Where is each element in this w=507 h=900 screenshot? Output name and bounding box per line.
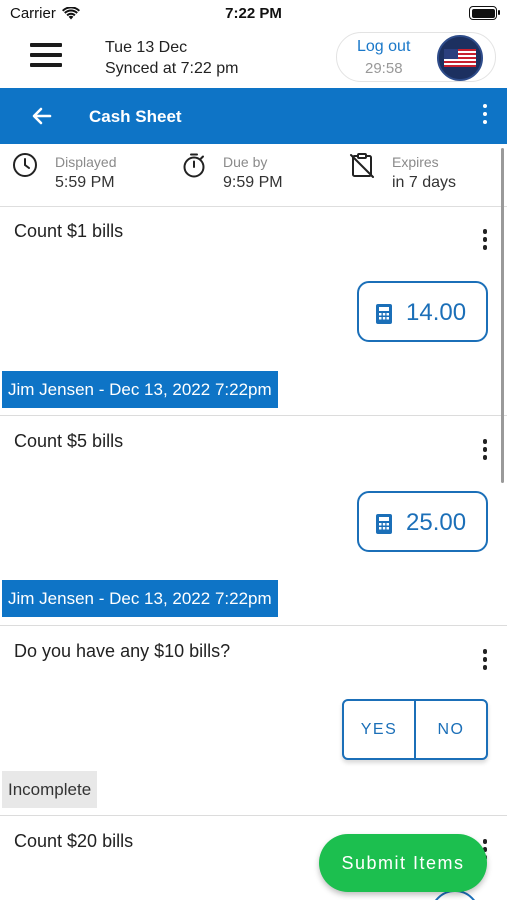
status-bar: Carrier 7:22 PM [0, 0, 507, 30]
us-flag-avatar-icon [439, 37, 481, 79]
task-title: Count $5 bills [14, 431, 124, 451]
displayed-info: Displayed 5:59 PM [55, 154, 116, 192]
more-vertical-icon[interactable] [481, 104, 489, 128]
schedule-info-row: Displayed 5:59 PM Due by 9:59 PM Expires… [0, 144, 507, 207]
displayed-value: 5:59 PM [55, 174, 115, 191]
counted-value: 25.00 [406, 509, 467, 536]
clipboard-off-icon [349, 152, 375, 178]
yes-no-toggle: YES NO [342, 699, 488, 760]
avatar[interactable] [437, 35, 483, 81]
task-title: Count $1 bills [14, 221, 124, 241]
no-button[interactable]: NO [414, 701, 486, 758]
synced-status: Synced at 7:22 pm [105, 60, 239, 77]
due-info: Due by 9:59 PM [223, 154, 283, 192]
completion-stamp: Jim Jensen - Dec 13, 2022 7:22pm [2, 580, 278, 617]
app-header: Tue 13 Dec Synced at 7:22 pm Log out 29:… [0, 30, 507, 86]
yes-button[interactable]: YES [344, 701, 414, 758]
back-arrow-icon[interactable] [28, 102, 56, 130]
due-value: 9:59 PM [223, 174, 283, 191]
task-card: Count $5 bills 25.00 Jim Jensen - Dec 13… [0, 417, 507, 626]
clock-icon [12, 152, 38, 178]
logout-button[interactable]: Log out [357, 38, 410, 56]
hamburger-menu-icon[interactable] [30, 43, 62, 69]
logout-pill: Log out 29:58 [336, 32, 496, 82]
clock-time: 7:22 PM [225, 5, 282, 22]
more-vertical-icon[interactable] [481, 229, 489, 253]
scrollbar[interactable] [501, 148, 504, 483]
more-vertical-icon[interactable] [481, 439, 489, 463]
page-title: Cash Sheet [89, 107, 182, 126]
task-title: Do you have any $10 bills? [14, 641, 231, 661]
calculator-icon [376, 514, 392, 534]
counted-value: 14.00 [406, 299, 467, 326]
title-bar: Cash Sheet [0, 88, 507, 144]
sync-info: Tue 13 Dec Synced at 7:22 pm [105, 37, 238, 79]
calculator-value-button[interactable]: 14.00 [357, 281, 488, 342]
header-date: Tue 13 Dec [105, 39, 188, 56]
expires-label: Expires [392, 154, 439, 170]
due-label: Due by [223, 154, 268, 170]
calculator-value-button[interactable]: 25.00 [357, 491, 488, 552]
displayed-label: Displayed [55, 154, 117, 170]
expires-info: Expires in 7 days [392, 154, 456, 192]
completion-stamp: Jim Jensen - Dec 13, 2022 7:22pm [2, 371, 278, 408]
expires-value: in 7 days [392, 174, 457, 191]
task-card: Count $1 bills 14.00 Jim Jensen - Dec 13… [0, 207, 507, 416]
calculator-icon [376, 304, 392, 324]
battery-icon [469, 6, 500, 20]
more-vertical-icon[interactable] [481, 649, 489, 673]
stopwatch-icon [181, 152, 207, 178]
task-card: Do you have any $10 bills? YES NO Incomp… [0, 627, 507, 816]
session-timer: 29:58 [365, 60, 403, 77]
task-title: Count $20 bills [14, 831, 134, 851]
submit-items-button[interactable]: Submit Items [319, 834, 487, 892]
incomplete-status-badge: Incomplete [2, 771, 98, 808]
